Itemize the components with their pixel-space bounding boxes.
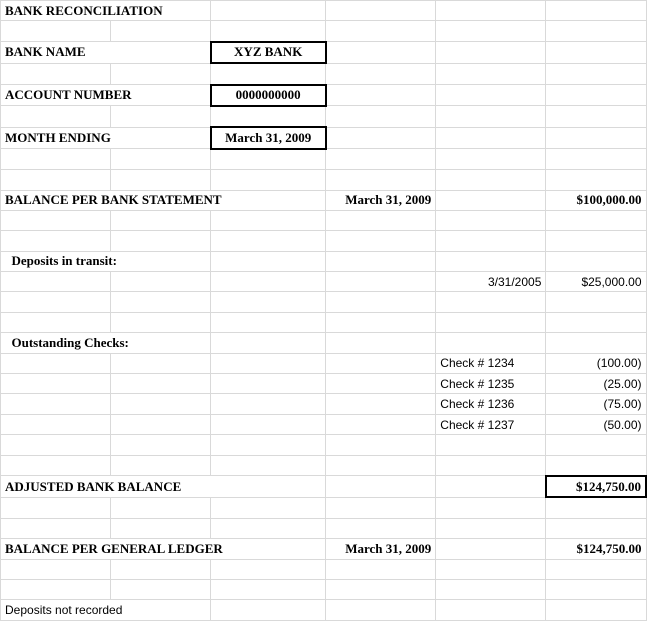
- outstanding-checks-label: Outstanding Checks:: [12, 335, 129, 350]
- deposit-amount: $25,000.00: [581, 275, 641, 289]
- balance-per-ledger-date: March 31, 2009: [345, 541, 431, 556]
- deposits-not-recorded-label: Deposits not recorded: [5, 603, 122, 617]
- check-desc: Check # 1235: [440, 377, 514, 391]
- balance-per-ledger-amount: $124,750.00: [577, 541, 642, 556]
- account-number-value: 0000000000: [236, 87, 301, 102]
- adjusted-bank-balance-label: ADJUSTED BANK BALANCE: [5, 479, 181, 494]
- check-amount: (100.00): [597, 356, 642, 370]
- month-ending-value: March 31, 2009: [225, 130, 311, 145]
- check-amount: (50.00): [603, 418, 641, 432]
- bank-reconciliation-sheet: BANK RECONCILIATION BANK NAME XYZ BANK A…: [0, 0, 647, 524]
- balance-per-ledger-label: BALANCE PER GENERAL LEDGER: [5, 541, 223, 556]
- deposits-in-transit-label: Deposits in transit:: [12, 253, 117, 268]
- bank-name-value: XYZ BANK: [234, 44, 302, 59]
- reconciliation-table: BANK RECONCILIATION BANK NAME XYZ BANK A…: [0, 0, 647, 621]
- adjusted-bank-balance-amount: $124,750.00: [576, 479, 641, 494]
- check-desc: Check # 1234: [440, 356, 514, 370]
- account-number-label: ACCOUNT NUMBER: [5, 87, 132, 102]
- check-desc: Check # 1236: [440, 397, 514, 411]
- deposit-date: 3/31/2005: [488, 275, 541, 289]
- check-desc: Check # 1237: [440, 418, 514, 432]
- title: BANK RECONCILIATION: [5, 3, 206, 19]
- balance-per-bank-amount: $100,000.00: [577, 192, 642, 207]
- check-amount: (25.00): [603, 377, 641, 391]
- month-ending-label: MONTH ENDING: [5, 130, 111, 145]
- balance-per-bank-date: March 31, 2009: [345, 192, 431, 207]
- check-amount: (75.00): [603, 397, 641, 411]
- bank-name-label: BANK NAME: [5, 44, 86, 59]
- balance-per-bank-label: BALANCE PER BANK STATEMENT: [5, 192, 222, 207]
